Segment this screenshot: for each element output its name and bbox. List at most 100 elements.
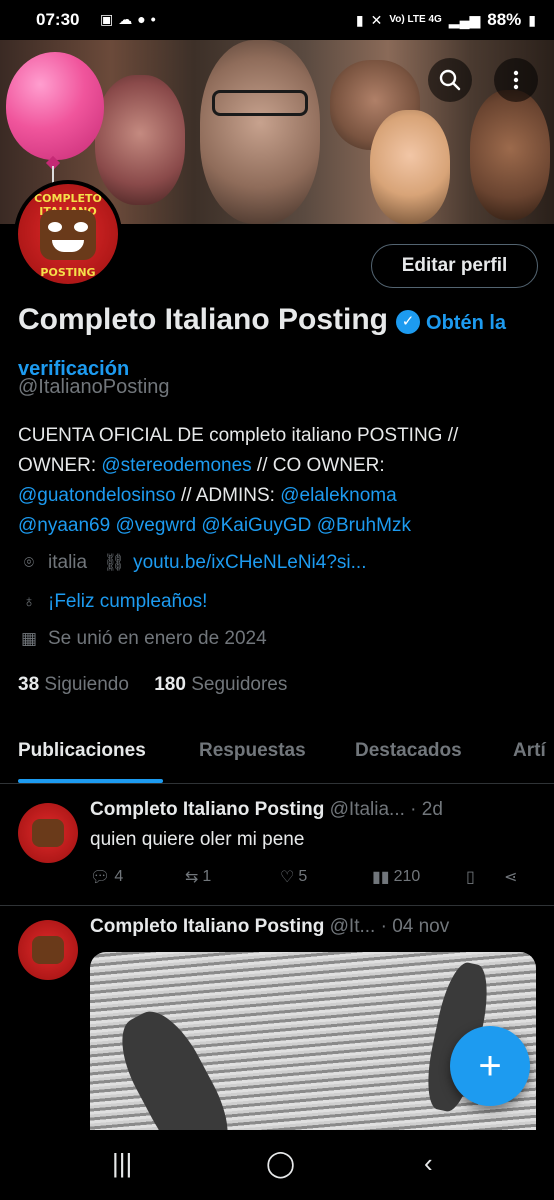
back-icon[interactable]: ‹ [424, 1148, 433, 1179]
status-right: ▮ ✕ Vo) LTE 4G ▂▄▆ 88% ▮ [356, 10, 536, 30]
post-header: Completo Italiano Posting @It... · 04 no… [90, 916, 449, 938]
birthday-balloon-icon [6, 52, 104, 160]
mention-link[interactable]: @BruhMzk [317, 515, 411, 536]
view-count: 210 [393, 868, 421, 885]
recent-apps-icon[interactable]: ||| [112, 1148, 132, 1179]
following-count: 38 [18, 674, 40, 695]
status-time: 07:30 [36, 10, 80, 29]
nfc-icon: ▮ [355, 11, 364, 28]
more-options-button[interactable] [494, 58, 538, 102]
mute-icon: ✕ [370, 11, 383, 28]
calendar-icon: ▦ [20, 629, 38, 648]
status-bar: 07:30 ▣☁●• ▮ ✕ Vo) LTE 4G ▂▄▆ 88% ▮ [0, 0, 554, 40]
post-author[interactable]: Completo Italiano Posting [90, 799, 324, 820]
post-handle-time: @It... · 04 nov [329, 916, 450, 937]
banner-face [95, 75, 185, 205]
avatar-face [32, 936, 64, 964]
profile-meta-birthday: ♁ ¡Feliz cumpleaños! [18, 591, 208, 613]
post-actions: 💬︎ 4 ⇆ 1 ♡ 5 ▮▮ 210 ▯ ⋖ [90, 867, 530, 897]
location-pin-icon: ⌾ [23, 553, 35, 572]
tab-destacados[interactable]: Destacados [355, 740, 462, 762]
compose-post-button[interactable]: + [450, 1026, 530, 1106]
following-label: Siguiendo [44, 674, 129, 695]
avatar-face [32, 819, 64, 847]
battery-icon: ▮ [528, 11, 536, 28]
post-item[interactable]: Completo Italiano Posting @Italia... · 2… [0, 785, 554, 905]
media-shape [106, 999, 244, 1130]
tab-articulos[interactable]: Artí [513, 740, 546, 762]
image-icon: ▣ [100, 11, 119, 27]
bookmark-icon: ▯ [466, 869, 475, 886]
tab-publicaciones[interactable]: Publicaciones [18, 740, 146, 762]
views-icon: ▮▮ [372, 869, 390, 886]
profile-bio: CUENTA OFICIAL DE completo italiano POST… [18, 421, 538, 541]
verified-badge-icon[interactable]: ✓ [396, 310, 421, 334]
post-text: quien quiere oler mi pene [90, 829, 305, 850]
bio-text: // ADMINS: [175, 485, 281, 506]
cloud-icon: ☁ [118, 11, 138, 27]
profile-name: Completo Italiano Posting [18, 303, 389, 336]
avatar-mouth [52, 240, 84, 252]
search-button[interactable] [428, 58, 472, 102]
reddit-icon: ● [137, 11, 151, 27]
birthday-link[interactable]: ¡Feliz cumpleaños! [48, 591, 207, 613]
more-vertical-icon [513, 70, 519, 90]
banner-face [370, 110, 450, 224]
mention-link[interactable]: @elaleknoma [280, 485, 396, 506]
post-avatar[interactable] [18, 920, 78, 980]
tab-respuestas[interactable]: Respuestas [199, 740, 306, 762]
location-text: italia [48, 552, 88, 573]
system-navigation-bar: ||| ◯ ‹ [0, 1130, 554, 1200]
profile-handle: @ItalianoPosting [18, 376, 170, 398]
post-author[interactable]: Completo Italiano Posting [90, 916, 324, 937]
battery-level: 88% [487, 10, 522, 29]
profile-tabs: Publicaciones Respuestas Destacados Artí [0, 728, 554, 784]
repost-icon: ⇆ [185, 869, 199, 886]
bookmark-button[interactable]: ▯ [466, 867, 475, 887]
balloon-icon: ♁ [22, 592, 36, 611]
mention-link[interactable]: @stereodemones [101, 455, 251, 476]
heart-icon: ♡ [280, 869, 295, 886]
avatar-bottom-text: POSTING [40, 266, 96, 279]
dot-icon: • [150, 11, 161, 27]
reply-count: 4 [114, 868, 124, 885]
link-icon: ⛓ [103, 553, 125, 572]
banner-glasses [212, 90, 308, 116]
like-button[interactable]: ♡ 5 [280, 867, 307, 887]
repost-count: 1 [202, 868, 212, 885]
avatar-face [40, 210, 96, 260]
following-link[interactable]: 38 Siguiendo [18, 674, 129, 695]
mention-link[interactable]: @nyaan69 [18, 515, 110, 536]
share-button[interactable]: ⋖ [504, 867, 517, 887]
profile-avatar[interactable]: COMPLETO ITALIANO POSTING [14, 180, 122, 288]
views-button[interactable]: ▮▮ 210 [372, 867, 420, 887]
followers-label: Seguidores [191, 674, 288, 695]
network-label: Vo) LTE 4G [389, 14, 442, 25]
follow-stats: 38 Siguiendo 180 Seguidores [18, 674, 287, 696]
joined-text: Se unió en enero de 2024 [48, 628, 267, 649]
avatar-eye [74, 222, 88, 232]
mention-link[interactable]: @KaiGuyGD [201, 515, 311, 536]
reply-icon: 💬︎ [90, 869, 111, 886]
post-header: Completo Italiano Posting @Italia... · 2… [90, 799, 443, 821]
post-avatar[interactable] [18, 803, 78, 863]
share-icon: ⋖ [504, 869, 518, 886]
signal-icon: ▂▄▆ [448, 11, 481, 28]
profile-meta-joined: ▦ Se unió en enero de 2024 [18, 628, 267, 650]
profile-meta-location-website: ⌾ italia ⛓ youtu.be/ixCHeNLeNi4?si... [18, 552, 367, 574]
bio-text: // CO OWNER: [251, 455, 385, 476]
reply-button[interactable]: 💬︎ 4 [90, 867, 123, 887]
avatar-eye [48, 222, 62, 232]
search-icon [439, 69, 461, 91]
website-link[interactable]: youtu.be/ixCHeNLeNi4?si... [133, 552, 366, 574]
mention-link[interactable]: @guatondelosinso [18, 485, 176, 506]
followers-count: 180 [154, 674, 186, 695]
notification-icons: ▣☁●• [100, 11, 161, 28]
home-icon[interactable]: ◯ [266, 1148, 295, 1179]
followers-link[interactable]: 180 Seguidores [154, 674, 287, 695]
repost-button[interactable]: ⇆ 1 [185, 867, 211, 887]
mention-link[interactable]: @vegwrd [115, 515, 196, 536]
post-handle-time: @Italia... · 2d [329, 799, 443, 820]
banner-face [470, 90, 550, 220]
edit-profile-button[interactable]: Editar perfil [371, 244, 538, 288]
